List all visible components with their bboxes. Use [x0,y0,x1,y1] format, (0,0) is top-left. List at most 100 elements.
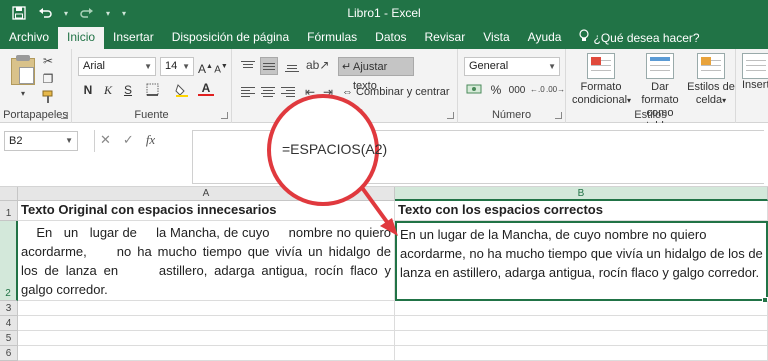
tab-insertar[interactable]: Insertar [104,27,163,49]
enter-icon[interactable]: ✓ [123,132,134,148]
merge-center-button[interactable]: ⇔ Combinar y centrar ▼ [340,83,452,116]
insert-cells-button[interactable]: Insert [742,53,768,92]
alignment-label: Alinea [329,109,360,121]
row-header-5[interactable]: 5 [0,331,18,346]
ribbon-tabs: Archivo Inicio Insertar Disposición de p… [0,27,768,49]
paste-dropdown-icon[interactable]: ▾ [15,87,31,101]
cell-styles-icon [697,53,725,79]
cell-styles-label-1: Estilos de [687,81,735,93]
cut-icon[interactable]: ✂ [40,54,56,68]
font-launcher-icon[interactable] [221,112,228,119]
italic-button[interactable]: K [100,81,116,100]
fill-color-icon[interactable] [174,83,190,97]
merge-cells-icon: ⇔ [342,86,353,98]
column-header-b[interactable]: B [395,187,768,201]
conditional-format-icon [587,53,615,79]
cell-a5[interactable] [18,331,395,346]
wrap-text-button[interactable]: ↵ Ajustar texto [338,57,414,92]
decrease-decimal-icon[interactable]: .00→ [546,83,565,97]
align-center-icon[interactable] [260,85,276,99]
copy-icon[interactable]: ❐ [40,72,56,86]
cell-b4[interactable] [395,316,768,331]
shrink-font-button[interactable]: A▼ [214,57,228,76]
tab-revisar[interactable]: Revisar [416,27,475,49]
alignment-group: ab↗ ↵ Ajustar texto ⇤ ⇥ ⇔ Combinar y centr… [232,49,458,123]
tab-ayuda[interactable]: Ayuda [519,27,571,49]
row-header-3[interactable]: 3 [0,301,18,316]
align-top-icon[interactable] [240,59,256,73]
font-group: Arial ▼ 14 ▼ A▲ A▼ N K S A Fuente [72,49,232,123]
tab-vista[interactable]: Vista [474,27,518,49]
lightbulb-icon [579,28,590,49]
align-middle-icon[interactable] [260,57,278,75]
cell-a1[interactable]: Texto Original con espacios innecesarios [18,201,395,221]
cell-a3[interactable] [18,301,395,316]
tab-inicio[interactable]: Inicio [58,27,105,49]
select-all-corner[interactable] [0,187,18,201]
row-header-1[interactable]: 1 [0,201,18,221]
cell-a6[interactable] [18,346,395,361]
underline-button[interactable]: S [120,81,136,100]
bold-button[interactable]: N [80,81,96,100]
align-bottom-icon[interactable] [284,59,300,73]
align-right-icon[interactable] [280,85,296,99]
align-left-icon[interactable] [240,85,256,99]
font-size-dropdown[interactable]: 14 ▼ [160,57,194,76]
format-painter-icon[interactable] [40,90,56,104]
title-bar: ▾ ▾ ▾ Libro1 - Excel [0,0,768,27]
row-header-4[interactable]: 4 [0,316,18,331]
increase-decimal-icon[interactable]: ←.0 [530,83,545,97]
tab-disposicion[interactable]: Disposición de página [163,27,298,49]
number-format-dropdown[interactable]: General ▼ [464,57,560,76]
conditional-format-button[interactable]: Formato condicional▾ [572,53,632,107]
font-color-icon[interactable]: A [198,81,214,96]
tab-formulas[interactable]: Fórmulas [298,27,366,49]
cell-b2[interactable]: En un lugar de la Mancha, de cuyo nombre… [395,221,768,301]
name-box[interactable]: B2 ▼ [4,131,78,151]
number-format-value: General [469,60,509,72]
borders-icon[interactable] [144,83,160,97]
format-as-table-button[interactable]: Dar formato como tabla▾ [632,53,688,133]
formula-bar-divider [94,130,95,152]
cell-styles-button[interactable]: Estilos de celda▾ [686,53,736,107]
insert-cells-label: Insert [742,79,768,91]
cells-group: Insert [736,49,768,123]
cell-a4[interactable] [18,316,395,331]
increase-indent-icon[interactable]: ⇥ [320,85,336,99]
comma-style-button[interactable]: 000 [506,81,528,100]
font-size-value: 14 [165,60,178,72]
row-header-6[interactable]: 6 [0,346,18,361]
clipboard-launcher-icon[interactable] [61,112,68,119]
row-header-2[interactable]: 2 [0,221,18,301]
accounting-format-icon[interactable] [464,83,484,97]
window-title: Libro1 - Excel [347,6,421,20]
tell-me-search[interactable]: ¿Qué desea hacer? [570,27,708,49]
cell-b1[interactable]: Texto con los espacios correctos [395,201,768,221]
paste-button[interactable] [10,55,36,85]
chevron-down-icon: ▼ [65,136,73,145]
font-name-dropdown[interactable]: Arial ▼ [78,57,156,76]
grow-font-button[interactable]: A▲ [198,57,213,76]
insert-function-icon[interactable]: fx [146,132,155,148]
cell-b5[interactable] [395,331,768,346]
tab-archivo[interactable]: Archivo [0,27,58,49]
cell-a2[interactable]: En un lugar de la Mancha, de cuyo nombre… [18,221,395,301]
conditional-format-label-2: condicional▾ [572,94,632,106]
cell-b3[interactable] [395,301,768,316]
formula-input[interactable] [192,130,764,184]
insert-cells-icon [742,53,768,79]
tab-datos[interactable]: Datos [366,27,415,49]
format-as-table-label-1: Dar formato [641,81,679,106]
column-header-a[interactable]: A [18,187,395,201]
orientation-icon[interactable]: ab↗ [306,58,329,72]
percent-button[interactable]: % [490,81,502,100]
alignment-launcher-icon[interactable] [447,112,454,119]
number-launcher-icon[interactable] [555,112,562,119]
worksheet-grid: A B 1 2 3 4 5 6 Texto Original con espac… [0,187,768,361]
decrease-indent-icon[interactable]: ⇤ [302,85,318,99]
format-as-table-icon [646,53,674,79]
number-group: General ▼ % 000 ←.0 .00→ Número [458,49,566,123]
styles-group: Formato condicional▾ Dar formato como ta… [566,49,736,132]
cancel-icon[interactable]: ✕ [100,132,111,148]
cell-b6[interactable] [395,346,768,361]
